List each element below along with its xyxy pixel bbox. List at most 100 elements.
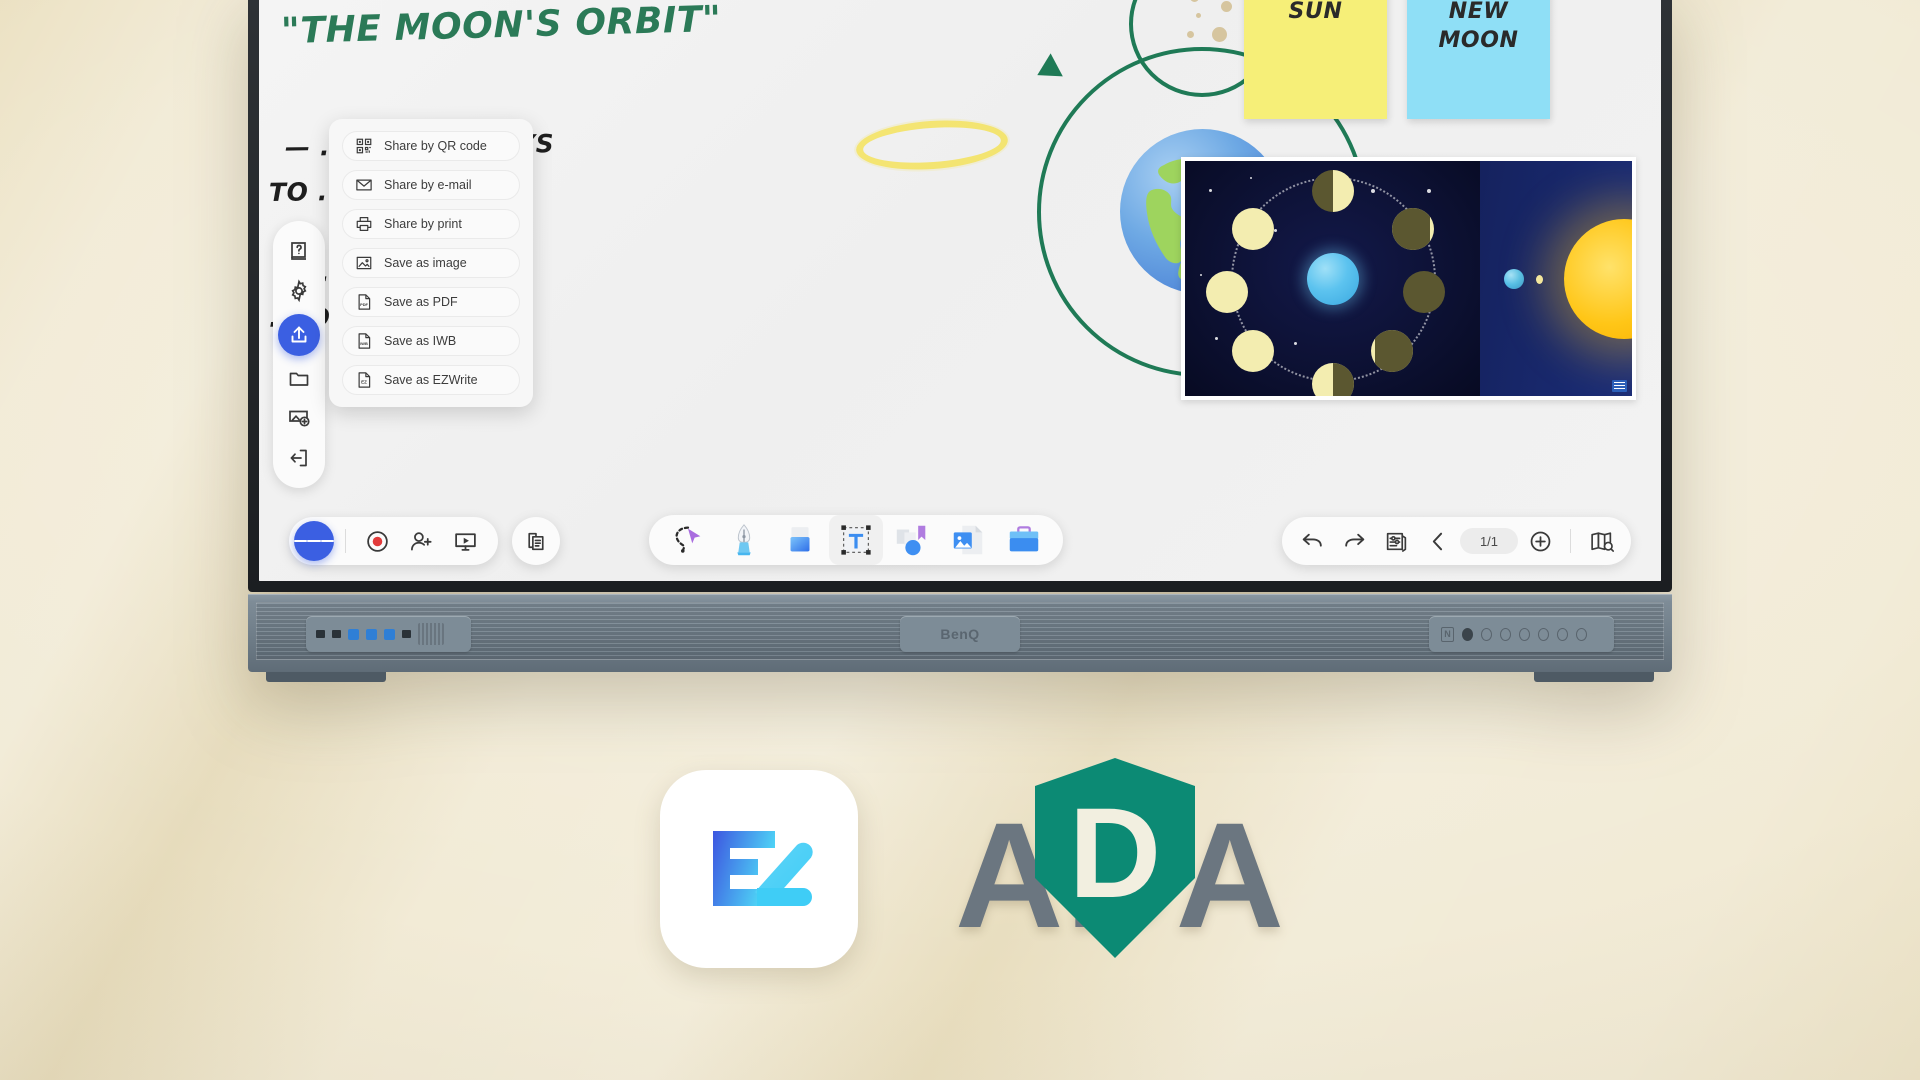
port-usb3-c <box>384 628 395 640</box>
whiteboard-title: "THE MOON'S ORBIT" <box>280 0 722 53</box>
redo-button[interactable] <box>1334 521 1374 561</box>
media-tiny-moon <box>1536 274 1544 284</box>
port-usb3-b <box>366 628 377 640</box>
moon-phase-waning-crescent <box>1232 330 1275 373</box>
sidebar-item-share[interactable] <box>278 313 320 356</box>
moon-phase-waxing-crescent <box>1232 208 1275 250</box>
svg-text:PDF: PDF <box>360 302 368 307</box>
moon-phases-panel <box>1185 161 1481 396</box>
brand-plate: BenQ <box>900 616 1020 652</box>
io-port-plate <box>306 616 471 652</box>
sticky-note-new-moon-line-1: NEW <box>1448 0 1509 24</box>
sticky-note-sun[interactable]: SUN <box>1244 0 1387 119</box>
benq-interactive-display: "THE MOON'S ORBIT" — ... ES 27.5 DAYS TO… <box>248 0 1672 682</box>
media-sun <box>1563 218 1632 339</box>
share-by-qr-code-label: Share by QR code <box>384 139 487 153</box>
save-as-iwb-item[interactable]: IWB Save as IWB <box>342 326 520 356</box>
nfc-icon: N <box>1441 626 1454 642</box>
previous-page-button[interactable] <box>1418 521 1458 561</box>
present-button[interactable] <box>445 521 485 561</box>
moon-phase-first-quarter <box>1311 170 1354 213</box>
control-button-2[interactable] <box>1500 627 1511 641</box>
sidebar-item-background[interactable] <box>282 401 316 435</box>
sidebar-item-settings[interactable] <box>282 274 316 308</box>
sidebar-item-files[interactable] <box>282 361 316 395</box>
display-bezel: "THE MOON'S ORBIT" — ... ES 27.5 DAYS TO… <box>248 0 1672 592</box>
power-button[interactable] <box>1462 627 1473 641</box>
moon-phase-full <box>1403 271 1446 314</box>
add-participant-button[interactable] <box>401 521 441 561</box>
display-foot-left <box>266 672 386 682</box>
tool-toolbox[interactable] <box>997 515 1051 565</box>
sticky-note-sun-label: SUN <box>1288 0 1343 24</box>
port-usb <box>332 630 341 638</box>
ada-shield-letter: D <box>1068 782 1162 925</box>
port-misc <box>402 630 411 638</box>
moon-phase-new <box>1205 271 1248 314</box>
svg-text:IWB: IWB <box>360 341 368 346</box>
moon-phase-waxing-gibbous <box>1391 208 1434 250</box>
sidebar-item-help[interactable] <box>282 234 316 268</box>
port-audio <box>316 630 325 638</box>
moon-phase-waning-gibbous <box>1370 330 1413 373</box>
embedded-media-card[interactable] <box>1181 157 1636 400</box>
control-button-3[interactable] <box>1519 627 1530 641</box>
media-earth <box>1306 252 1359 305</box>
sun-earth-panel <box>1480 161 1632 396</box>
moon-phase-last-quarter <box>1311 363 1354 396</box>
main-menu-button[interactable] <box>294 521 334 561</box>
control-button-6[interactable] <box>1576 627 1587 641</box>
tool-eraser[interactable] <box>773 515 827 565</box>
port-usb3-a <box>348 628 359 640</box>
display-soundbar-chassis: BenQ N <box>248 594 1672 672</box>
tool-image[interactable] <box>941 515 995 565</box>
share-by-print-label: Share by print <box>384 217 462 231</box>
control-button-4[interactable] <box>1538 627 1549 641</box>
page-overview-button[interactable] <box>1581 521 1621 561</box>
save-as-image-label: Save as image <box>384 256 467 270</box>
tool-pen[interactable] <box>717 515 771 565</box>
share-by-email-label: Share by e-mail <box>384 178 472 192</box>
tool-shapes[interactable] <box>885 515 939 565</box>
media-inner <box>1185 161 1632 396</box>
control-plate: N <box>1429 616 1614 652</box>
undo-button[interactable] <box>1292 521 1332 561</box>
share-by-print-item[interactable]: Share by print <box>342 209 520 239</box>
svg-text:EZ: EZ <box>361 379 367 384</box>
toolbar-divider <box>345 529 346 553</box>
save-as-ezwrite-item[interactable]: EZ Save as EZWrite <box>342 365 520 395</box>
save-as-iwb-label: Save as IWB <box>384 334 457 348</box>
bottom-left-toolbar <box>289 517 498 565</box>
microphone-array <box>418 623 444 645</box>
tool-lasso-select[interactable] <box>661 515 715 565</box>
orbit-arrow-large <box>1031 53 1063 87</box>
display-foot-right <box>1534 672 1654 682</box>
clipboard-button[interactable] <box>512 517 560 565</box>
tool-text[interactable] <box>829 515 883 565</box>
control-button-1[interactable] <box>1481 627 1492 641</box>
benq-brand-label: BenQ <box>940 626 980 642</box>
bottom-center-toolbar <box>649 515 1063 565</box>
share-by-qr-code-item[interactable]: Share by QR code <box>342 131 520 161</box>
save-as-image-item[interactable]: Save as image <box>342 248 520 278</box>
share-by-email-item[interactable]: Share by e-mail <box>342 170 520 200</box>
page-indicator[interactable]: 1/1 <box>1460 528 1518 554</box>
control-button-5[interactable] <box>1557 627 1568 641</box>
sticky-note-new-moon-line-2: MOON <box>1438 27 1519 53</box>
share-menu-popup: Share by QR code Share by e-mail Share b… <box>329 119 533 407</box>
save-as-pdf-label: Save as PDF <box>384 295 458 309</box>
sidebar-item-exit[interactable] <box>282 441 316 475</box>
screenshot-root: "THE MOON'S ORBIT" — ... ES 27.5 DAYS TO… <box>0 0 1920 1080</box>
display-screen: "THE MOON'S ORBIT" — ... ES 27.5 DAYS TO… <box>259 0 1661 581</box>
media-source-badge <box>1611 380 1627 392</box>
page-settings-button[interactable] <box>1376 521 1416 561</box>
media-tiny-earth <box>1504 268 1525 289</box>
sticky-note-new-moon[interactable]: NEW MOON <box>1407 0 1550 119</box>
record-button[interactable] <box>357 521 397 561</box>
toolbar-divider-right <box>1570 529 1571 553</box>
left-sidebar-rail <box>273 221 325 488</box>
save-as-ezwrite-label: Save as EZWrite <box>384 373 478 387</box>
ada-compliance-logo: ADA D <box>955 758 1284 976</box>
add-page-button[interactable] <box>1520 521 1560 561</box>
save-as-pdf-item[interactable]: PDF Save as PDF <box>342 287 520 317</box>
